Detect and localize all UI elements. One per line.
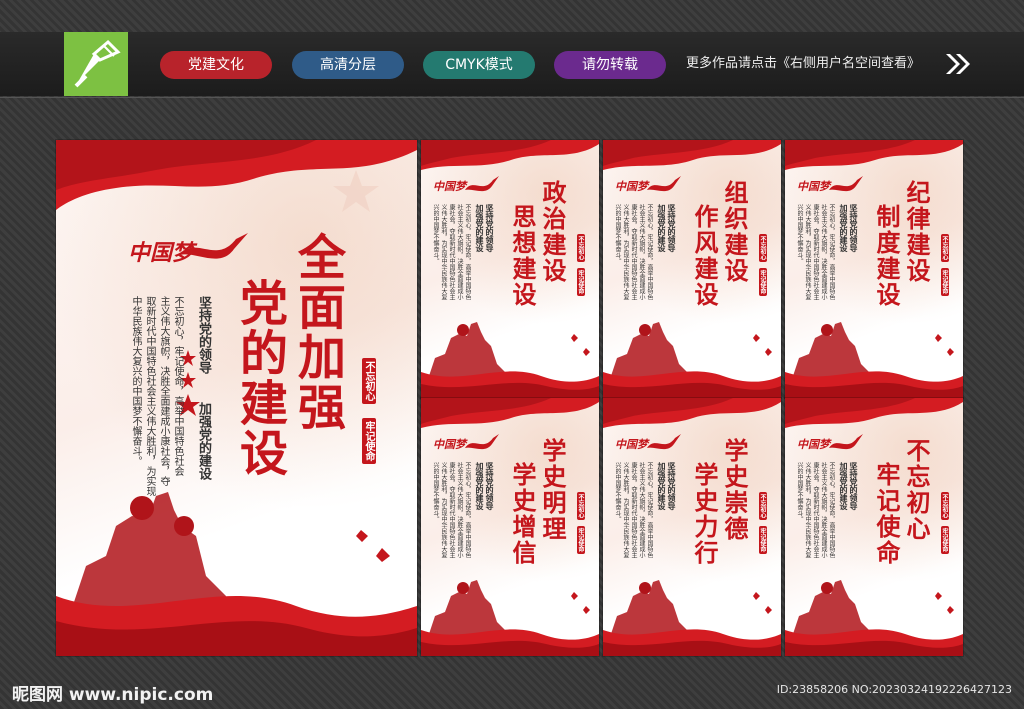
- poster-subtitle-2: 加强党的建设: [839, 204, 849, 252]
- red-ribbon-graphic: [785, 629, 963, 656]
- stamp-keep-mission: 牢记使命: [577, 526, 585, 554]
- poster-body-text: 不忘初心，牢记使命，高举中国特色社会主义伟大旗帜，决胜全面建成小康社会，夺取新时…: [614, 204, 653, 300]
- stamp-keep-mission: 牢记使命: [759, 526, 767, 554]
- site-logo[interactable]: [64, 32, 128, 96]
- brand-swoosh-icon: [647, 434, 681, 450]
- poster-title-line1: 学史崇德: [720, 438, 749, 542]
- brand-swoosh-icon: [829, 434, 863, 450]
- brand-swoosh-icon: [180, 233, 248, 259]
- poster-title-line2: 制度建设: [872, 204, 901, 308]
- tag-no-repost[interactable]: 请勿转载: [554, 51, 666, 79]
- poster-body-text: 不忘初心，牢记使命，高举中国特色社会主义伟大旗帜，决胜全面建成小康社会，夺取新时…: [796, 204, 835, 300]
- small-poster: 中国梦 组织建设 作风建设 坚持党的领导 加强党的建设 不忘初心，牢记使命，高举…: [603, 140, 781, 398]
- poster-subtitle-2: 加强党的建设: [475, 462, 485, 510]
- poster-body-text: 不忘初心，牢记使命，高举中国特色社会主义伟大旗帜，决胜全面建成小康社会，夺取新时…: [614, 462, 653, 558]
- red-flag-graphic: [421, 140, 599, 170]
- brand-mark: 中国梦: [433, 180, 466, 193]
- poster-title-line1: 政治建设: [538, 180, 567, 284]
- poster-subtitle-2: 加强党的建设: [839, 462, 849, 510]
- red-ribbon-graphic: [785, 371, 963, 398]
- divider: [0, 97, 1024, 98]
- poster-subtitle-1: 坚持党的领导: [849, 204, 859, 252]
- poster-subtitle-1: 坚持党的领导: [485, 462, 495, 510]
- poster-title-line1: 学史明理: [538, 438, 567, 542]
- poster-body-text: 不忘初心，牢记使命，高举中国特色社会主义伟大旗帜，决胜全面建成小康社会，夺取新时…: [432, 204, 471, 300]
- double-chevron-right-icon[interactable]: [944, 52, 972, 76]
- site-watermark: 昵图网 www.nipic.com: [12, 685, 214, 705]
- red-flag-graphic: [421, 398, 599, 428]
- red-flag-graphic: [603, 398, 781, 428]
- poster-title-line1: 组织建设: [720, 180, 749, 284]
- red-ribbon-graphic: [56, 596, 417, 656]
- poster-title-line1: 纪律建设: [902, 180, 931, 284]
- stamp-never-forget: 不忘初心: [577, 234, 585, 262]
- poster-body-text: 不忘初心，牢记使命，高举中国特色社会主义伟大旗帜，决胜全面建成小康社会，夺取新时…: [432, 462, 471, 558]
- tag-party-culture[interactable]: 党建文化: [160, 51, 272, 79]
- poster-title-line2: 牢记使命: [872, 462, 901, 566]
- pen-nib-icon: [74, 39, 121, 88]
- poster-title-line2: 思想建设: [508, 204, 537, 308]
- small-poster: 中国梦 政治建设 思想建设 坚持党的领导 加强党的建设 不忘初心，牢记使命，高举…: [421, 140, 599, 398]
- stamp-never-forget: 不忘初心: [759, 492, 767, 520]
- red-flag-graphic: [785, 140, 963, 170]
- main-title-line2: 党的建设: [231, 278, 287, 478]
- red-ribbon-graphic: [421, 371, 599, 398]
- brand-swoosh-icon: [829, 176, 863, 192]
- brand-swoosh-icon: [465, 176, 499, 192]
- stamp-keep-mission: 牢记使命: [941, 526, 949, 554]
- tag-cmyk-mode[interactable]: CMYK模式: [423, 51, 535, 79]
- stamp-keep-mission: 牢记使命: [759, 268, 767, 296]
- red-flag-graphic: [603, 140, 781, 170]
- poster-title-line1: 不忘初心: [902, 438, 931, 542]
- small-poster: 中国梦 学史明理 学史增信 坚持党的领导 加强党的建设 不忘初心，牢记使命，高举…: [421, 398, 599, 656]
- stamp-never-forget: 不忘初心: [941, 234, 949, 262]
- more-works-link[interactable]: 更多作品请点击《右侧用户名空间查看》: [686, 54, 920, 74]
- poster-subtitle-2: 加强党的建设: [475, 204, 485, 252]
- main-body-text-1: 不忘初心，牢记使命，高举中国特色社会: [172, 296, 183, 476]
- poster-title-line2: 学史力行: [690, 462, 719, 566]
- brand-swoosh-icon: [647, 176, 681, 192]
- brand-swoosh-icon: [465, 434, 499, 450]
- stamp-keep-mission: 牢记使命: [577, 268, 585, 296]
- image-id: ID:23858206 NO:20230324192226427123: [776, 683, 1012, 696]
- poster-title-line2: 作风建设: [690, 204, 719, 308]
- poster-subtitle-1: 坚持党的领导: [667, 462, 677, 510]
- red-ribbon-graphic: [603, 371, 781, 398]
- poster-body-text: 不忘初心，牢记使命，高举中国特色社会主义伟大旗帜，决胜全面建成小康社会，夺取新时…: [796, 462, 835, 558]
- brand-mark: 中国梦: [615, 438, 648, 451]
- brand-mark: 中国梦: [433, 438, 466, 451]
- small-poster: 中国梦 学史崇德 学史力行 坚持党的领导 加强党的建设 不忘初心，牢记使命，高举…: [603, 398, 781, 656]
- brand-mark: 中国梦: [797, 438, 830, 451]
- poster-title-line2: 学史增信: [508, 462, 537, 566]
- poster-subtitle-1: 坚持党的领导: [485, 204, 495, 252]
- small-poster: 中国梦 纪律建设 制度建设 坚持党的领导 加强党的建设 不忘初心，牢记使命，高举…: [785, 140, 963, 398]
- red-ribbon-graphic: [603, 629, 781, 656]
- poster-subtitle-1: 坚持党的领导: [667, 204, 677, 252]
- red-flag-graphic: [785, 398, 963, 428]
- tag-high-res-layers[interactable]: 高清分层: [292, 51, 404, 79]
- stamp-never-forget: 不忘初心: [759, 234, 767, 262]
- main-poster: 中国梦 全面加强 党的建设 坚持党的领导 加强党的建设 不忘初心，牢记使命，高举…: [56, 140, 417, 656]
- poster-subtitle-2: 加强党的建设: [657, 462, 667, 510]
- poster-subtitle-1: 坚持党的领导: [849, 462, 859, 510]
- stamp-never-forget: 不忘初心: [577, 492, 585, 520]
- red-ribbon-graphic: [421, 629, 599, 656]
- small-poster: 中国梦 不忘初心 牢记使命 坚持党的领导 加强党的建设 不忘初心，牢记使命，高举…: [785, 398, 963, 656]
- brand-mark: 中国梦: [615, 180, 648, 193]
- poster-subtitle-2: 加强党的建设: [657, 204, 667, 252]
- stamp-keep-mission: 牢记使命: [941, 268, 949, 296]
- stamp-never-forget: 不忘初心: [362, 358, 376, 404]
- main-body-text-4: 中华民族伟大复兴的中国梦不懈奋斗。: [130, 296, 141, 466]
- stamp-never-forget: 不忘初心: [941, 492, 949, 520]
- brand-mark: 中国梦: [797, 180, 830, 193]
